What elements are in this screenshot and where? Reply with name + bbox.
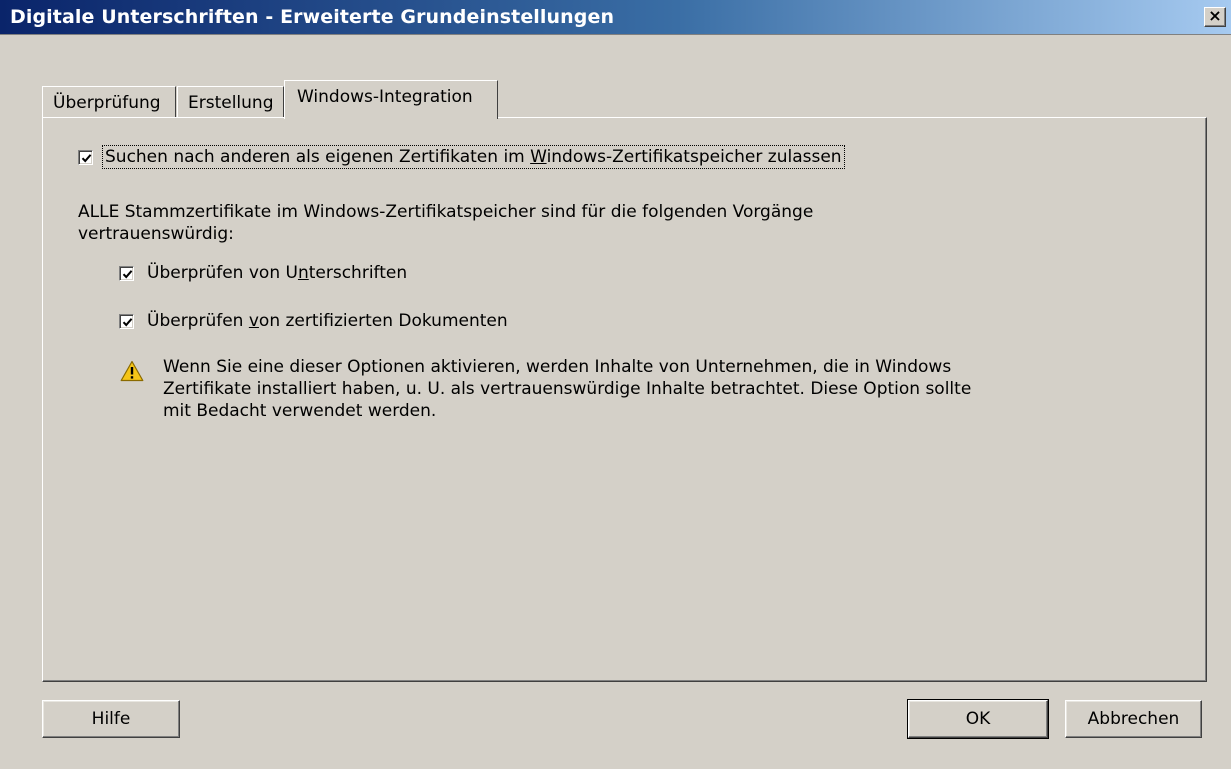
tab-label: Überprüfung — [53, 93, 161, 113]
window-title: Digitale Unterschriften - Erweiterte Gru… — [10, 6, 615, 28]
title-bar: Digitale Unterschriften - Erweiterte Gru… — [0, 0, 1231, 35]
accelerator-key: W — [530, 147, 547, 167]
trust-description: ALLE Stammzertifikate im Windows-Zertifi… — [78, 202, 814, 244]
accelerator-key: v — [248, 311, 259, 331]
cancel-button-label: Abbrechen — [1087, 709, 1180, 729]
tab-label: Windows-Integration — [297, 87, 473, 107]
warning-text: Wenn Sie eine dieser Optionen aktivieren… — [163, 357, 972, 421]
focus-indicator: Suchen nach anderen als eigenen Zertifik… — [102, 145, 845, 169]
checkmark-icon — [122, 318, 133, 327]
close-icon: × — [1208, 6, 1222, 25]
ok-button-label: OK — [965, 709, 991, 729]
ok-button[interactable]: OK — [907, 699, 1049, 739]
checkmark-icon — [81, 154, 92, 163]
accelerator-key: n — [297, 263, 309, 283]
tab-label: Erstellung — [188, 93, 274, 113]
close-button[interactable]: × — [1204, 7, 1226, 27]
tab-ueberpruefung[interactable]: Überprüfung — [42, 86, 176, 118]
checkmark-icon — [122, 270, 133, 279]
label-text-part: indows-Zertifikatspeicher zulassen — [546, 147, 842, 167]
search-others-label[interactable]: Suchen nach anderen als eigenen Zertifik… — [102, 145, 845, 169]
search-others-checkbox[interactable] — [78, 150, 93, 165]
label-text-part: Überprüfen von U — [147, 263, 298, 283]
help-button-label: Hilfe — [91, 709, 131, 729]
verify-signatures-checkbox[interactable] — [119, 266, 134, 281]
label-text-part: on zertifizierten Dokumenten — [258, 311, 508, 331]
tab-panel-windows-integration: Suchen nach anderen als eigenen Zertifik… — [42, 117, 1207, 682]
tab-erstellung[interactable]: Erstellung — [177, 86, 284, 118]
verify-certified-docs-checkbox[interactable] — [119, 314, 134, 329]
label-text-part: Suchen nach anderen als eigenen Zertifik… — [105, 147, 531, 167]
label-text-part: Überprüfen — [147, 311, 249, 331]
help-button[interactable]: Hilfe — [42, 700, 180, 738]
verify-signatures-label[interactable]: Überprüfen von Unterschriften — [147, 263, 407, 283]
cancel-button[interactable]: Abbrechen — [1065, 700, 1202, 738]
warning-triangle-icon — [120, 360, 144, 382]
label-text-part: terschriften — [308, 263, 408, 283]
verify-certified-docs-label[interactable]: Überprüfen von zertifizierten Dokumenten — [147, 311, 508, 331]
tab-windows-integration[interactable]: Windows-Integration — [284, 80, 498, 119]
